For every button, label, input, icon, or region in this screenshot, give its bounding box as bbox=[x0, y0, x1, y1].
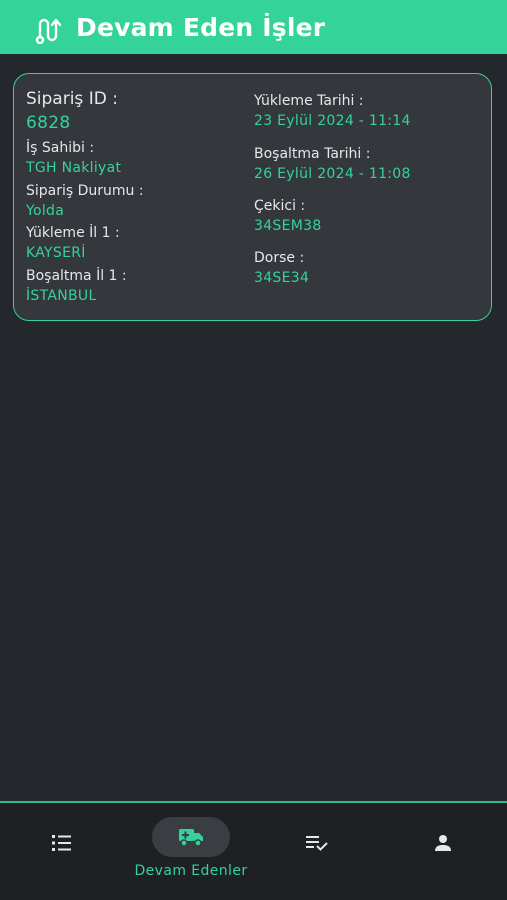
load-city-label: Yükleme İl 1 : bbox=[26, 225, 120, 241]
status-label: Sipariş Durumu : bbox=[26, 183, 144, 199]
load-date-label: Yükleme Tarihi : bbox=[254, 93, 364, 109]
status-value: Yolda bbox=[26, 203, 65, 219]
truck-icon bbox=[179, 829, 203, 847]
app-header: Devam Eden İşler bbox=[0, 0, 507, 54]
trailer-label: Dorse : bbox=[254, 250, 305, 266]
page-title: Devam Eden İşler bbox=[76, 13, 326, 42]
tractor-value: 34SEM38 bbox=[254, 218, 322, 234]
nav-item-devam-edenler[interactable] bbox=[152, 817, 230, 857]
owner-label: İş Sahibi : bbox=[26, 140, 95, 156]
tractor-label: Çekici : bbox=[254, 198, 306, 214]
nav-label-devam-edenler[interactable]: Devam Edenler bbox=[120, 863, 262, 879]
unload-city-value: İSTANBUL bbox=[26, 288, 97, 304]
unload-city-label: Boşaltma İl 1 : bbox=[26, 268, 127, 284]
person-icon bbox=[435, 835, 451, 851]
route-icon bbox=[35, 18, 62, 45]
list-icon bbox=[52, 835, 71, 851]
load-date-value: 23 Eylül 2024 - 11:14 bbox=[254, 113, 411, 129]
trailer-value: 34SE34 bbox=[254, 270, 310, 286]
nav-item-profile[interactable] bbox=[433, 833, 453, 857]
order-id-label: Sipariş ID : bbox=[26, 89, 118, 109]
order-id-value: 6828 bbox=[26, 113, 71, 133]
nav-item-list[interactable] bbox=[51, 833, 73, 857]
load-city-value: KAYSERİ bbox=[26, 245, 86, 261]
bottom-nav: Devam Edenler bbox=[0, 803, 507, 900]
unload-date-label: Boşaltma Tarihi : bbox=[254, 146, 371, 162]
owner-value: TGH Nakliyat bbox=[26, 160, 122, 176]
unload-date-value: 26 Eylül 2024 - 11:08 bbox=[254, 166, 411, 182]
nav-item-completed[interactable] bbox=[305, 833, 329, 857]
checklist-icon bbox=[306, 836, 328, 851]
order-card[interactable]: Sipariş ID : 6828 İş Sahibi : TGH Nakliy… bbox=[13, 73, 492, 321]
